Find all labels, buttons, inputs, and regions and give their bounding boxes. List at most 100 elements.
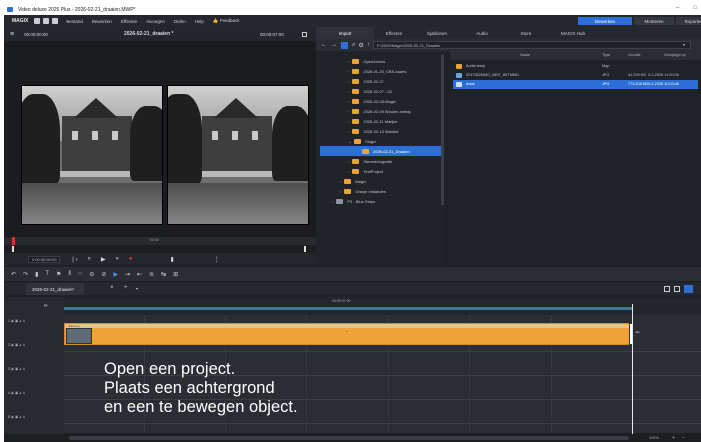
file-row-selected[interactable]: draai JPG 773.208 KB 9-2-2026 10:03:46 (453, 80, 698, 89)
tree-item[interactable]: › OpenAnimis (348, 56, 385, 66)
pointer-tool-icon[interactable]: ▶ (113, 271, 118, 278)
maximize-button[interactable]: □ (693, 5, 697, 11)
save-icon[interactable] (52, 18, 59, 24)
tree-item-selected[interactable]: 2026-02-21_Draaien (320, 146, 444, 156)
tree-item[interactable]: › TestProject (348, 166, 383, 176)
menu-effects[interactable]: Effecten (121, 19, 137, 24)
track-header[interactable]: 5 ◉ ▣ ● ✕ (8, 415, 60, 435)
scrub-handle-right[interactable] (304, 246, 306, 252)
tree-item[interactable]: › 2026-01-20_CBS-kaarts (348, 66, 406, 76)
text-icon[interactable]: T (45, 271, 49, 277)
video-preview[interactable] (4, 41, 316, 237)
rewind-icon[interactable]: « (88, 256, 91, 262)
redo-icon[interactable]: ↷ (23, 271, 28, 278)
scrub-handle-left[interactable] (12, 246, 14, 252)
playhead[interactable] (632, 304, 633, 434)
position-display[interactable]: 0:00:00:00:00 (28, 255, 61, 263)
preview-settings-icon[interactable]: ⋮ (214, 256, 220, 263)
group-icon[interactable]: ∩ (78, 271, 82, 277)
mode-tab-montage[interactable]: Monteren (634, 17, 674, 25)
track-header[interactable]: 1 ◉ ▣ ● ✕ (8, 319, 60, 339)
split-icon[interactable]: ⫴ (68, 271, 71, 278)
range-icon[interactable]: ⇤ (137, 271, 142, 278)
tree-item[interactable]: › 2026-02-13 Wandel (348, 126, 398, 136)
fade-handle-icon[interactable]: ⌄ (345, 328, 349, 334)
tab-dropdown-icon[interactable]: ▾ (136, 286, 138, 291)
tree-item[interactable]: › 2026-02-09 Woolen ambaj (348, 106, 410, 116)
storyboard-icon[interactable] (674, 286, 680, 292)
tab-project[interactable]: 2026-02-21_draaien* (26, 283, 84, 295)
tab-templates[interactable]: Sjablonen (414, 27, 460, 39)
image-clip[interactable]: draai.jpg ⌄ (64, 323, 632, 345)
tree-item[interactable]: › P3 - Blue Strips (332, 196, 375, 206)
file-row[interactable]: Audio temp Map (453, 62, 698, 71)
hamburger-icon[interactable]: ≡ (10, 31, 14, 38)
tree-item[interactable]: › 2025-02-07 (348, 76, 384, 86)
track-header[interactable]: 3 ◉ ▣ ● ✕ (8, 367, 60, 387)
preview-scrub-bar[interactable] (4, 245, 316, 253)
tab-audio[interactable]: Audio (460, 27, 504, 39)
tree-item[interactable]: › Magix (340, 176, 366, 186)
up-folder-icon[interactable]: ↑ (367, 42, 370, 48)
tree-scrollbar[interactable] (441, 55, 444, 205)
menu-file[interactable]: Bestand (66, 19, 83, 24)
minimize-button[interactable]: – (676, 5, 679, 11)
arrow-right-icon[interactable]: ⇥ (125, 271, 130, 278)
tab-effects[interactable]: Effecten (374, 27, 414, 39)
forward-icon[interactable]: » (115, 256, 118, 262)
trash-icon[interactable]: ▮ (170, 256, 173, 263)
file-row[interactable]: 20170526IMG_0697_8KTMMG JPG 41.229 KB 9-… (453, 71, 698, 80)
more-tools-icon[interactable]: ⊞ (173, 271, 178, 278)
play-icon[interactable]: ▶ (101, 256, 106, 263)
menu-insert[interactable]: Invoegen (146, 19, 165, 24)
in-marker[interactable] (12, 237, 15, 245)
settings-icon[interactable]: ⚙ (358, 42, 363, 49)
column-modified[interactable]: Gewijzigd op (664, 53, 686, 57)
mode-tab-export[interactable]: Exporteren (676, 17, 701, 25)
tab-store[interactable]: Store (504, 27, 548, 39)
tree-item[interactable]: › 2026-02-07 - 02 (348, 86, 392, 96)
menu-share[interactable]: Delen (174, 19, 186, 24)
column-name[interactable]: Naam (520, 53, 530, 57)
menu-edit[interactable]: Bewerken (92, 19, 112, 24)
zoom-out-icon[interactable]: − (682, 435, 685, 441)
timeline-scrollbar[interactable] (69, 436, 629, 440)
tree-item[interactable]: › Oranje Instanden (340, 186, 386, 196)
tree-item[interactable]: › 2026-02-08-Magix (348, 96, 396, 106)
timeline-mode-icon[interactable] (684, 285, 693, 293)
forward-nav-icon[interactable]: → (331, 42, 337, 48)
tab-import[interactable]: Import (316, 27, 374, 39)
file-icon[interactable] (34, 18, 41, 24)
marker-icon[interactable]: ⚑ (56, 271, 61, 278)
folder-open-icon[interactable] (43, 18, 50, 24)
tab-magix-hub[interactable]: MAGIX Hub (548, 27, 598, 39)
ungroup-icon[interactable]: ⊘ (101, 271, 106, 278)
tree-item[interactable]: › Stereofotografie (348, 156, 392, 166)
fullscreen-icon[interactable] (302, 31, 307, 37)
feedback-button[interactable]: 👍 Feedback (213, 18, 240, 24)
track-header[interactable]: 4 ◉ ▣ ● ✕ (8, 391, 60, 411)
layout-icon[interactable] (664, 286, 670, 292)
back-icon[interactable]: ← (321, 42, 327, 48)
link-icon[interactable]: ⊘ (89, 271, 94, 278)
add-tab-icon[interactable]: + (124, 285, 128, 291)
column-size[interactable]: Grootte (628, 53, 641, 57)
path-field[interactable]: F:\2025\Magix\2026-02-21_Draaien (373, 41, 691, 49)
path-dropdown-icon[interactable]: ▾ (683, 42, 685, 47)
home-folder-icon[interactable] (341, 41, 348, 49)
tree-item[interactable]: ⌄ Magix (348, 136, 376, 146)
undo-icon[interactable]: ↶ (11, 271, 16, 278)
sync-icon[interactable]: ↹ (161, 271, 166, 278)
ripple-icon[interactable]: ≋ (149, 271, 154, 278)
mode-tab-edit[interactable]: Bewerken (578, 17, 632, 25)
previous-marker-icon[interactable]: ❘‹ (70, 256, 77, 263)
zoom-in-icon[interactable]: + (672, 435, 675, 441)
menu-help[interactable]: Help (195, 19, 204, 24)
preview-ruler[interactable]: 00:00 (4, 237, 316, 245)
track-header[interactable]: 2 ◉ ▣ ● ✕ (8, 343, 60, 363)
track-menu-icon[interactable]: ⊳ (44, 303, 48, 309)
column-type[interactable]: Type (602, 53, 610, 57)
timeline-ruler[interactable]: 00:00:07:00 (64, 297, 701, 315)
close-tab-icon[interactable]: × (110, 285, 114, 291)
record-icon[interactable]: ● (129, 256, 133, 262)
